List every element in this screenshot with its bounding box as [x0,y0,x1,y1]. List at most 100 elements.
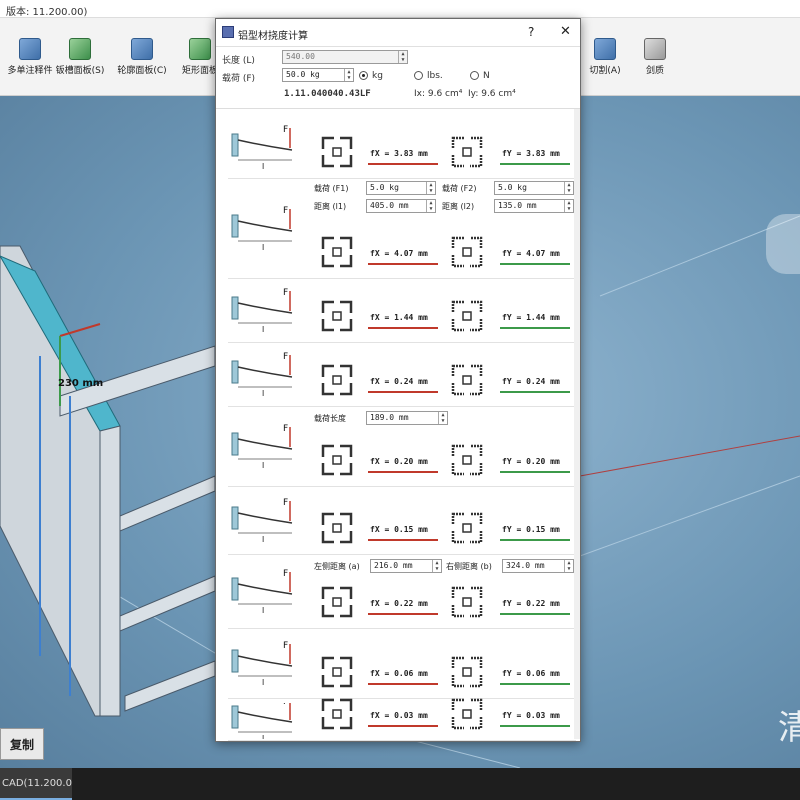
calculator-icon [222,26,234,38]
ribbon-button-contour-panel[interactable]: 轮廓面板(C) [112,38,172,76]
ribbon-button-slot-panel[interactable]: 钣槽面板(S) [50,38,110,76]
load-case-6: Fl fX = 0.15 mm fY = 0.15 mm [228,487,576,555]
fy-result: fY = 1.44 mm [502,313,560,322]
profile-y-icon [450,697,484,734]
f1-spinner-icon[interactable]: ▲ ▼ [426,182,435,194]
fy-underline [500,725,570,727]
load-input[interactable]: 50.0 kg ▲ ▼ [282,68,354,82]
profile-x-section [321,136,353,168]
load-label: 载荷 (F) [222,74,256,84]
load-length-input[interactable]: 189.0 mm ▲ ▼ [366,411,448,425]
profile-y-icon [450,655,484,692]
right-distance-label: 右侧距离 (b) [446,562,492,571]
load-length-spinner-icon[interactable]: ▲ ▼ [438,412,447,424]
profile-y-section [451,136,483,168]
beam-diagram-3: Fl [231,288,293,334]
beam-diagram-9: Fl [231,697,293,743]
length-dropdown-icon[interactable]: ▲ ▼ [398,51,407,63]
l1-input[interactable]: 405.0 mm ▲ ▼ [366,199,436,213]
profile-y-icon [450,135,484,172]
fy-underline [500,163,570,165]
svg-text:F: F [283,703,288,707]
dialog-title: 铝型材挠度计算 [238,31,308,42]
dimension-label: 230 mm [58,378,104,389]
copy-button[interactable]: 复制 [0,728,44,760]
svg-text:F: F [283,352,288,362]
profile-y-icon [450,511,484,548]
unit-lbs-radio[interactable] [414,71,423,80]
profile-y-icon [450,443,484,480]
profile-x-section [321,364,353,396]
profile-x-icon [320,655,354,692]
load-case-4: Fl fX = 0.24 mm fY = 0.24 mm [228,343,576,407]
profile-y-section [451,300,483,332]
beam-diagram-7: Fl [231,569,293,615]
svg-text:F: F [283,424,288,434]
unit-lbs-label: lbs. [427,71,443,81]
f1-label: 载荷 (F1) [314,184,349,193]
remove-icon [644,38,666,60]
overlay-text: 清 [778,708,800,748]
fx-underline [368,725,438,727]
load-case-diagram: Fl [230,183,302,280]
load-length-label: 载荷长度 [314,414,346,423]
load-case-7: Fl fX = 0.22 mm fY = 0.22 mm 左侧距离 (a) 216.0 … [228,555,576,629]
svg-text:F: F [283,206,288,216]
taskbar-app-item[interactable]: CAD(11.200.0... [0,768,72,800]
beam-diagram-1: Fl [231,125,293,171]
profile-y-section [451,656,483,688]
left-distance-spinner-icon[interactable]: ▲ ▼ [432,560,441,572]
fx-underline [368,391,438,393]
profile-y-section [451,236,483,268]
profile-y-icon [450,363,484,400]
f1-input[interactable]: 5.0 kg ▲ ▼ [366,181,436,195]
svg-text:F: F [283,569,288,579]
fy-result: fY = 0.20 mm [502,457,560,466]
unit-n-radio[interactable] [470,71,479,80]
fx-result: fX = 0.24 mm [370,377,428,386]
fy-underline [500,539,570,541]
fy-result: fY = 0.06 mm [502,669,560,678]
fy-underline [500,391,570,393]
view-cube[interactable] [766,214,800,274]
length-label: 长度 (L) [222,56,255,66]
f2-input[interactable]: 5.0 kg ▲ ▼ [494,181,574,195]
right-distance-spinner-icon[interactable]: ▲ ▼ [564,560,573,572]
f2-spinner-icon[interactable]: ▲ ▼ [564,182,573,194]
profile-code: 1.11.040040.43LF [284,89,371,99]
close-button[interactable]: ✕ [560,24,571,39]
help-button[interactable]: ? [528,25,534,39]
fx-underline [368,613,438,615]
deflection-calculator-dialog: 铝型材挠度计算 ? ✕ 长度 (L) 540.00 ▲ ▼ 载荷 (F) 50.0… [215,18,581,743]
profile-x-icon [320,135,354,172]
fy-result: fY = 4.07 mm [502,249,560,258]
unit-n-label: N [483,71,490,81]
l2-input[interactable]: 135.0 mm ▲ ▼ [494,199,574,213]
profile-y-icon [450,235,484,272]
fx-underline [368,327,438,329]
left-distance-input[interactable]: 216.0 mm ▲ ▼ [370,559,442,573]
svg-text:l: l [262,678,264,687]
svg-text:F: F [283,125,288,135]
load-case-diagram: Fl [230,411,302,488]
svg-text:l: l [262,162,264,171]
svg-text:F: F [283,641,288,651]
fx-underline [368,163,438,165]
ribbon-button-remove[interactable]: 剑质 [625,38,685,76]
l2-spinner-icon[interactable]: ▲ ▼ [564,200,573,212]
profile-x-section [321,444,353,476]
fy-result: fY = 0.24 mm [502,377,560,386]
iy-value: Iy: 9.6 cm⁴ [468,89,516,99]
right-distance-input[interactable]: 324.0 mm ▲ ▼ [502,559,574,573]
app-title: 版本: 11.200.00) [6,7,88,18]
l1-spinner-icon[interactable]: ▲ ▼ [426,200,435,212]
load-spinner-icon[interactable]: ▲ ▼ [344,69,353,81]
fy-underline [500,471,570,473]
fy-underline [500,327,570,329]
unit-kg-radio[interactable] [359,71,368,80]
length-input[interactable]: 540.00 ▲ ▼ [282,50,408,64]
fy-underline [500,683,570,685]
fy-result: fY = 0.03 mm [502,711,560,720]
parameters-panel: 长度 (L) 540.00 ▲ ▼ 载荷 (F) 50.0 kg ▲ ▼ kg lb… [216,47,580,109]
dialog-scrollbar[interactable] [574,109,580,739]
